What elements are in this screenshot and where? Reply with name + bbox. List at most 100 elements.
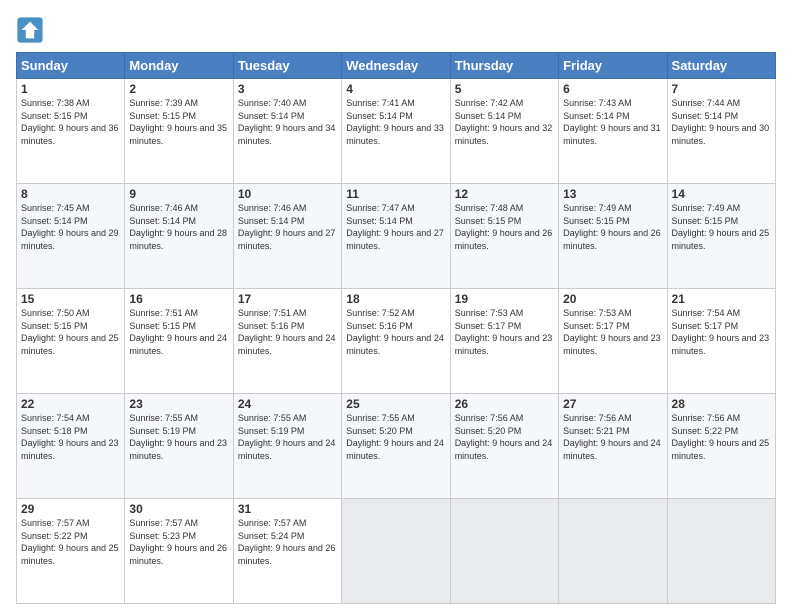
weekday-header: Thursday xyxy=(450,53,558,79)
weekday-header: Monday xyxy=(125,53,233,79)
calendar-day-cell: 23 Sunrise: 7:55 AMSunset: 5:19 PMDayligh… xyxy=(125,394,233,499)
calendar-day-cell: 21 Sunrise: 7:54 AMSunset: 5:17 PMDayligh… xyxy=(667,289,775,394)
day-number: 4 xyxy=(346,82,445,96)
day-info: Sunrise: 7:46 AMSunset: 5:14 PMDaylight:… xyxy=(238,203,336,251)
calendar-day-cell: 15Sunrise: 7:50 AMSunset: 5:15 PMDayligh… xyxy=(17,289,125,394)
day-info: Sunrise: 7:47 AMSunset: 5:14 PMDaylight:… xyxy=(346,203,444,251)
calendar-day-cell: 29Sunrise: 7:57 AMSunset: 5:22 PMDayligh… xyxy=(17,499,125,604)
day-info: Sunrise: 7:51 AMSunset: 5:16 PMDaylight:… xyxy=(238,308,336,356)
calendar-day-cell: 12Sunrise: 7:48 AMSunset: 5:15 PMDayligh… xyxy=(450,184,558,289)
day-info: Sunrise: 7:40 AMSunset: 5:14 PMDaylight:… xyxy=(238,98,336,146)
day-number: 21 xyxy=(672,292,771,306)
day-info: Sunrise: 7:38 AMSunset: 5:15 PMDaylight:… xyxy=(21,98,119,146)
calendar-table: SundayMondayTuesdayWednesdayThursdayFrid… xyxy=(16,52,776,604)
calendar-day-cell: 18 Sunrise: 7:52 AMSunset: 5:16 PMDayligh… xyxy=(342,289,450,394)
weekday-header: Sunday xyxy=(17,53,125,79)
day-number: 26 xyxy=(455,397,554,411)
day-number: 30 xyxy=(129,502,228,516)
logo xyxy=(16,16,48,44)
calendar-day-cell xyxy=(342,499,450,604)
day-number: 1 xyxy=(21,82,120,96)
calendar-day-cell: 19 Sunrise: 7:53 AMSunset: 5:17 PMDayligh… xyxy=(450,289,558,394)
day-info: Sunrise: 7:57 AMSunset: 5:24 PMDaylight:… xyxy=(238,518,336,566)
day-number: 12 xyxy=(455,187,554,201)
day-number: 22 xyxy=(21,397,120,411)
day-number: 19 xyxy=(455,292,554,306)
day-info: Sunrise: 7:56 AMSunset: 5:22 PMDaylight:… xyxy=(672,413,770,461)
day-info: Sunrise: 7:39 AMSunset: 5:15 PMDaylight:… xyxy=(129,98,227,146)
weekday-header: Tuesday xyxy=(233,53,341,79)
day-number: 14 xyxy=(672,187,771,201)
day-number: 17 xyxy=(238,292,337,306)
day-number: 8 xyxy=(21,187,120,201)
day-info: Sunrise: 7:49 AMSunset: 5:15 PMDaylight:… xyxy=(563,203,661,251)
calendar-day-cell: 8Sunrise: 7:45 AMSunset: 5:14 PMDaylight… xyxy=(17,184,125,289)
day-info: Sunrise: 7:54 AMSunset: 5:18 PMDaylight:… xyxy=(21,413,119,461)
day-number: 18 xyxy=(346,292,445,306)
page-header xyxy=(16,12,776,44)
day-number: 23 xyxy=(129,397,228,411)
day-info: Sunrise: 7:44 AMSunset: 5:14 PMDaylight:… xyxy=(672,98,770,146)
day-number: 27 xyxy=(563,397,662,411)
day-number: 16 xyxy=(129,292,228,306)
day-info: Sunrise: 7:42 AMSunset: 5:14 PMDaylight:… xyxy=(455,98,553,146)
calendar-day-cell: 7Sunrise: 7:44 AMSunset: 5:14 PMDaylight… xyxy=(667,79,775,184)
calendar-day-cell xyxy=(667,499,775,604)
day-number: 31 xyxy=(238,502,337,516)
calendar-day-cell: 4 Sunrise: 7:41 AMSunset: 5:14 PMDaylight… xyxy=(342,79,450,184)
day-number: 20 xyxy=(563,292,662,306)
weekday-header: Saturday xyxy=(667,53,775,79)
day-number: 11 xyxy=(346,187,445,201)
calendar-day-cell: 5 Sunrise: 7:42 AMSunset: 5:14 PMDaylight… xyxy=(450,79,558,184)
day-number: 3 xyxy=(238,82,337,96)
calendar-day-cell xyxy=(559,499,667,604)
calendar-day-cell: 16 Sunrise: 7:51 AMSunset: 5:15 PMDayligh… xyxy=(125,289,233,394)
weekday-header-row: SundayMondayTuesdayWednesdayThursdayFrid… xyxy=(17,53,776,79)
calendar-day-cell: 11 Sunrise: 7:47 AMSunset: 5:14 PMDayligh… xyxy=(342,184,450,289)
calendar-day-cell: 6 Sunrise: 7:43 AMSunset: 5:14 PMDaylight… xyxy=(559,79,667,184)
day-number: 9 xyxy=(129,187,228,201)
day-info: Sunrise: 7:41 AMSunset: 5:14 PMDaylight:… xyxy=(346,98,444,146)
calendar-day-cell: 2 Sunrise: 7:39 AMSunset: 5:15 PMDaylight… xyxy=(125,79,233,184)
calendar-week-row: 15Sunrise: 7:50 AMSunset: 5:15 PMDayligh… xyxy=(17,289,776,394)
calendar-day-cell: 3 Sunrise: 7:40 AMSunset: 5:14 PMDaylight… xyxy=(233,79,341,184)
calendar-day-cell: 28 Sunrise: 7:56 AMSunset: 5:22 PMDayligh… xyxy=(667,394,775,499)
calendar-day-cell: 25Sunrise: 7:55 AMSunset: 5:20 PMDayligh… xyxy=(342,394,450,499)
day-info: Sunrise: 7:51 AMSunset: 5:15 PMDaylight:… xyxy=(129,308,227,356)
calendar-day-cell xyxy=(450,499,558,604)
calendar-day-cell: 20 Sunrise: 7:53 AMSunset: 5:17 PMDayligh… xyxy=(559,289,667,394)
day-info: Sunrise: 7:53 AMSunset: 5:17 PMDaylight:… xyxy=(455,308,553,356)
day-info: Sunrise: 7:52 AMSunset: 5:16 PMDaylight:… xyxy=(346,308,444,356)
calendar-day-cell: 24Sunrise: 7:55 AMSunset: 5:19 PMDayligh… xyxy=(233,394,341,499)
day-number: 24 xyxy=(238,397,337,411)
weekday-header: Friday xyxy=(559,53,667,79)
calendar-day-cell: 31 Sunrise: 7:57 AMSunset: 5:24 PMDayligh… xyxy=(233,499,341,604)
day-number: 29 xyxy=(21,502,120,516)
day-info: Sunrise: 7:56 AMSunset: 5:20 PMDaylight:… xyxy=(455,413,553,461)
day-info: Sunrise: 7:55 AMSunset: 5:19 PMDaylight:… xyxy=(129,413,227,461)
calendar-day-cell: 30 Sunrise: 7:57 AMSunset: 5:23 PMDayligh… xyxy=(125,499,233,604)
calendar-day-cell: 17 Sunrise: 7:51 AMSunset: 5:16 PMDayligh… xyxy=(233,289,341,394)
page-container: SundayMondayTuesdayWednesdayThursdayFrid… xyxy=(0,0,792,612)
calendar-day-cell: 26 Sunrise: 7:56 AMSunset: 5:20 PMDayligh… xyxy=(450,394,558,499)
day-info: Sunrise: 7:54 AMSunset: 5:17 PMDaylight:… xyxy=(672,308,770,356)
day-info: Sunrise: 7:53 AMSunset: 5:17 PMDaylight:… xyxy=(563,308,661,356)
calendar-week-row: 22 Sunrise: 7:54 AMSunset: 5:18 PMDayligh… xyxy=(17,394,776,499)
calendar-day-cell: 10 Sunrise: 7:46 AMSunset: 5:14 PMDayligh… xyxy=(233,184,341,289)
day-number: 6 xyxy=(563,82,662,96)
weekday-header: Wednesday xyxy=(342,53,450,79)
day-number: 15 xyxy=(21,292,120,306)
day-number: 2 xyxy=(129,82,228,96)
day-info: Sunrise: 7:43 AMSunset: 5:14 PMDaylight:… xyxy=(563,98,661,146)
day-info: Sunrise: 7:46 AMSunset: 5:14 PMDaylight:… xyxy=(129,203,227,251)
day-number: 13 xyxy=(563,187,662,201)
calendar-week-row: 1 Sunrise: 7:38 AMSunset: 5:15 PMDaylight… xyxy=(17,79,776,184)
day-number: 5 xyxy=(455,82,554,96)
day-info: Sunrise: 7:55 AMSunset: 5:20 PMDaylight:… xyxy=(346,413,444,461)
day-number: 10 xyxy=(238,187,337,201)
day-number: 28 xyxy=(672,397,771,411)
day-info: Sunrise: 7:56 AMSunset: 5:21 PMDaylight:… xyxy=(563,413,661,461)
calendar-week-row: 29Sunrise: 7:57 AMSunset: 5:22 PMDayligh… xyxy=(17,499,776,604)
day-info: Sunrise: 7:57 AMSunset: 5:23 PMDaylight:… xyxy=(129,518,227,566)
logo-icon xyxy=(16,16,44,44)
